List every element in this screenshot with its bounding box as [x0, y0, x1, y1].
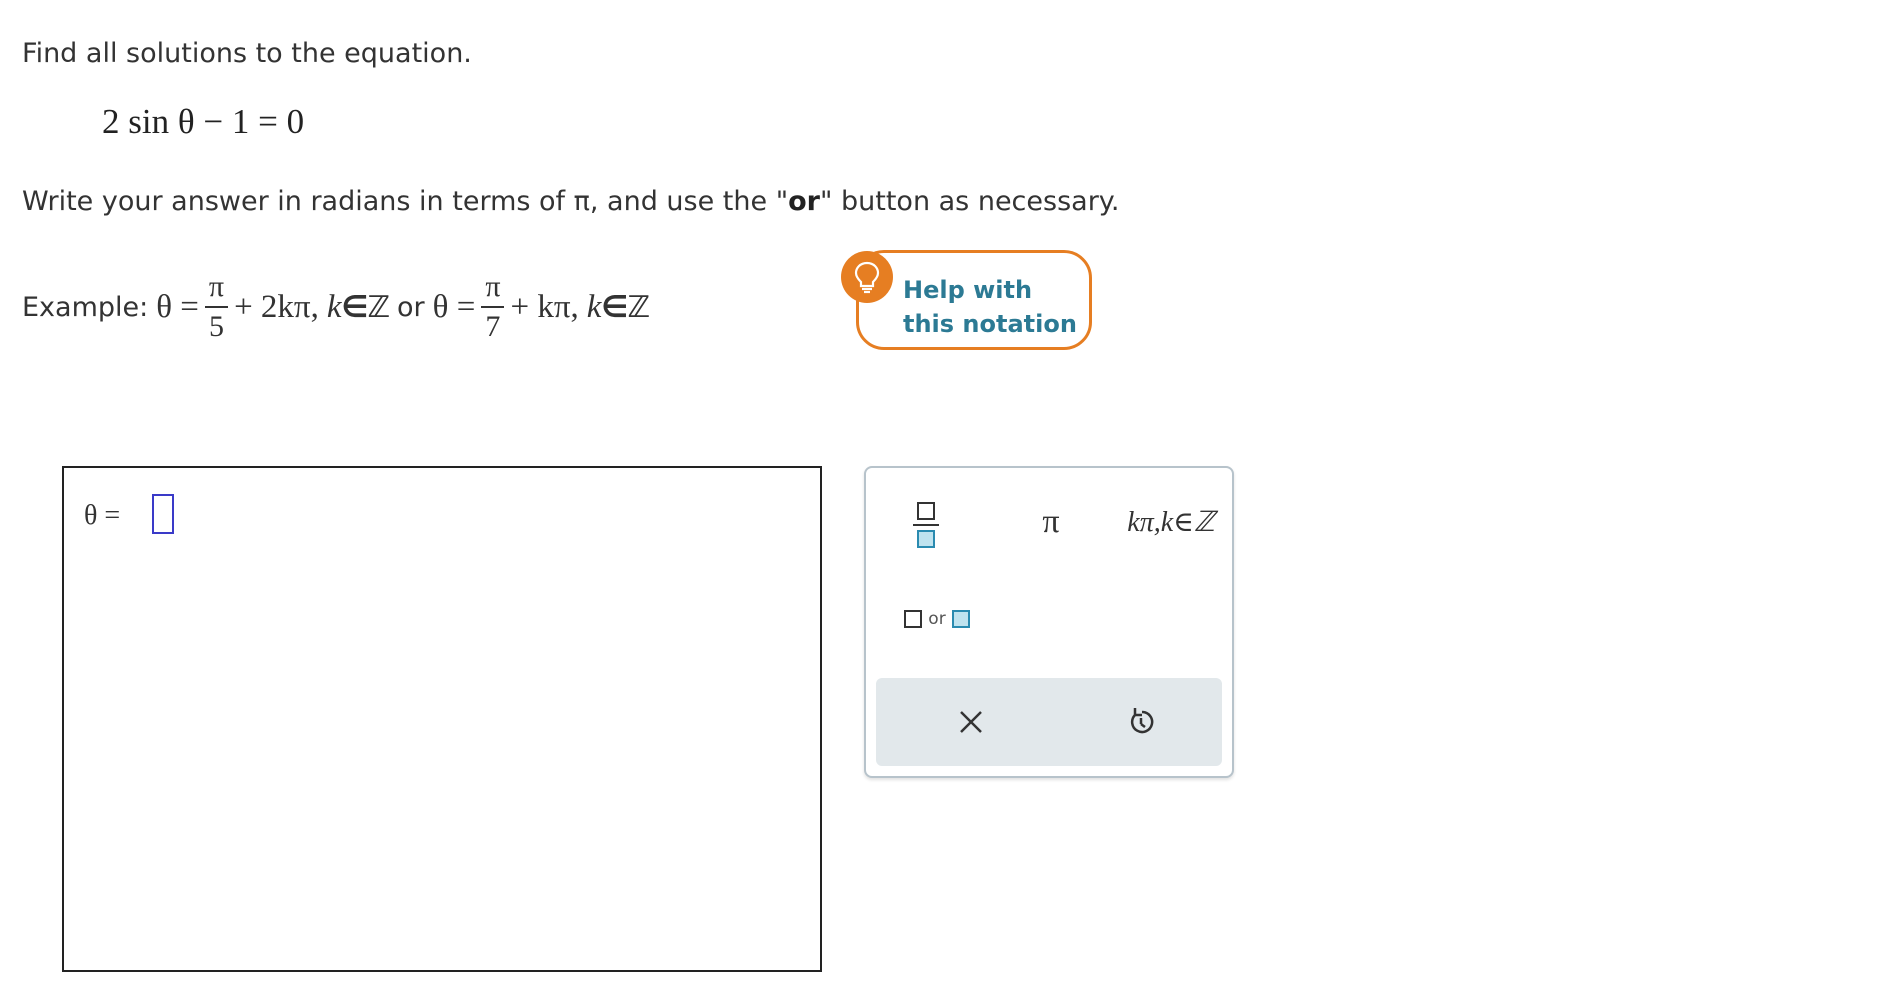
example-numerator-1: π	[204, 270, 229, 308]
example-theta-eq-2: θ =	[432, 288, 476, 325]
question-prompt: Find all solutions to the equation.	[22, 38, 472, 69]
help-notation-label: Help with this notation	[903, 276, 1077, 338]
answer-area[interactable]: θ =	[62, 466, 822, 972]
example-in-set-2: ∈ℤ	[601, 289, 650, 325]
example-fraction-2: π 7	[481, 270, 505, 344]
example-denominator-2: 7	[485, 310, 501, 343]
math-palette: π kπ,k∈ℤ or	[864, 466, 1234, 778]
example-numerator-2: π	[481, 270, 505, 308]
close-icon	[960, 711, 982, 733]
example-term-1: + 2kπ,	[234, 288, 319, 325]
lightbulb-icon	[841, 251, 893, 303]
clear-button[interactable]	[936, 692, 1006, 752]
help-notation-button[interactable]: Help with this notation	[841, 250, 1092, 350]
instructions-after: " button as necessary.	[820, 186, 1120, 217]
fraction-button[interactable]	[896, 490, 956, 560]
or-button[interactable]: or	[892, 594, 982, 644]
example-theta-eq-1: θ =	[156, 288, 199, 325]
or-button-label: or	[928, 609, 946, 629]
answer-input[interactable]	[152, 494, 174, 534]
k-pi-integer-button[interactable]: kπ,k∈ℤ	[1116, 492, 1226, 552]
example-notation: Example: θ = π 5 + 2kπ, k ∈ℤ or θ = π 7 …	[22, 262, 650, 352]
example-k-1: k	[326, 288, 342, 325]
example-denominator-1: 5	[208, 310, 224, 343]
equation: 2 sin θ − 1 = 0	[102, 102, 305, 141]
instructions-or-bold: or	[788, 186, 820, 217]
answer-theta-label: θ =	[84, 500, 121, 531]
example-term-2: + kπ,	[510, 288, 579, 325]
fraction-template-icon	[917, 502, 935, 520]
example-or: or	[397, 291, 425, 323]
or-left-box-icon	[904, 610, 923, 628]
instructions-before: Write your answer in radians in terms of…	[22, 186, 789, 217]
pi-button[interactable]: π	[1006, 492, 1096, 552]
example-label: Example:	[22, 291, 149, 323]
example-k-2: k	[586, 288, 602, 325]
undo-button[interactable]	[1106, 692, 1176, 752]
example-fraction-1: π 5	[204, 270, 229, 344]
or-right-box-icon	[951, 610, 970, 628]
undo-icon	[1130, 708, 1154, 734]
example-in-set-1: ∈ℤ	[341, 289, 391, 325]
palette-actions	[876, 678, 1222, 766]
instructions: Write your answer in radians in terms of…	[22, 186, 1120, 217]
